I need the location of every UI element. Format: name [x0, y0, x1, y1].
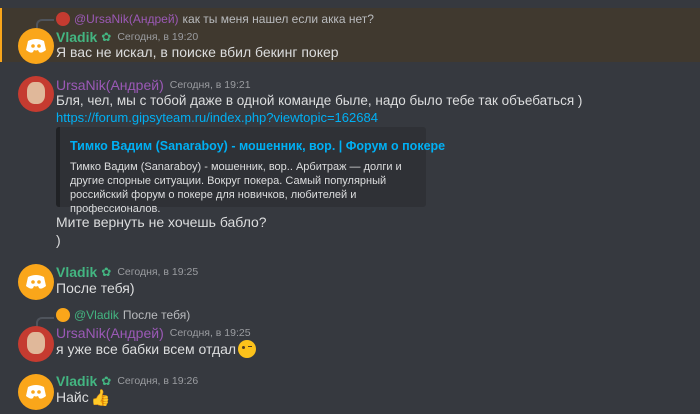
avatar-vladik[interactable]	[18, 374, 54, 410]
reply-author[interactable]: @Vladik	[74, 308, 119, 322]
timestamp[interactable]: Сегодня, в 19:25	[170, 327, 251, 339]
timestamp[interactable]: Сегодня, в 19:26	[117, 375, 198, 387]
avatar-vladik[interactable]	[18, 264, 54, 300]
avatar-vladik[interactable]	[18, 28, 54, 64]
message-header-2: UrsaNik(Андрей) Сегодня, в 19:21	[56, 77, 251, 93]
message-text: Мите вернуть не хочешь бабло?	[56, 214, 267, 230]
author-name[interactable]: Vladik	[56, 29, 97, 45]
discord-logo-icon	[26, 275, 46, 289]
thumbs-up-emoji-icon[interactable]: 👍	[91, 388, 111, 407]
reply-preview-1[interactable]: @UrsaNik(Андрей) как ты меня нашел если …	[56, 12, 374, 26]
embed-title[interactable]: Тимко Вадим (Sanaraboy) - мошенник, вор.…	[70, 139, 445, 153]
discord-logo-icon	[26, 385, 46, 399]
sprout-icon: ✿	[101, 30, 112, 44]
author-name[interactable]: Vladik	[56, 373, 97, 389]
message-text: Я вас не искал, в поиске вбил бекинг пок…	[56, 44, 339, 60]
sprout-icon: ✿	[101, 374, 112, 388]
timestamp[interactable]: Сегодня, в 19:21	[170, 79, 251, 91]
avatar-face	[27, 332, 45, 354]
embed-description: Тимко Вадим (Sanaraboy) - мошенник, вор.…	[70, 161, 402, 215]
timestamp[interactable]: Сегодня, в 19:25	[117, 266, 198, 278]
avatar-ursanik[interactable]	[18, 76, 54, 112]
message-text: )	[56, 232, 61, 248]
reply-text: как ты меня нашел если акка нет?	[182, 12, 374, 26]
message-header-4: UrsaNik(Андрей) Сегодня, в 19:25	[56, 325, 251, 341]
message-header-3: Vladik ✿ Сегодня, в 19:25	[56, 264, 198, 280]
sprout-icon: ✿	[101, 265, 112, 279]
message-link[interactable]: https://forum.gipsyteam.ru/index.php?vie…	[56, 110, 378, 125]
reply-text: После тебя)	[122, 308, 191, 322]
avatar-ursanik[interactable]	[18, 326, 54, 362]
reply-avatar	[56, 308, 70, 322]
link-embed: Тимко Вадим (Sanaraboy) - мошенник, вор.…	[56, 127, 445, 215]
reply-author[interactable]: @UrsaNik(Андрей)	[74, 12, 179, 26]
avatar-face	[27, 82, 45, 104]
wink-emoji-icon[interactable]	[238, 340, 257, 358]
author-name[interactable]: UrsaNik(Андрей)	[56, 77, 164, 93]
author-name[interactable]: UrsaNik(Андрей)	[56, 325, 164, 341]
message-header-1: Vladik ✿ Сегодня, в 19:20	[56, 29, 198, 45]
message-text-row: я уже все бабки всем отдал	[56, 340, 257, 358]
reply-avatar	[56, 12, 70, 26]
reply-preview-4[interactable]: @Vladik После тебя)	[56, 308, 190, 322]
message-header-5: Vladik ✿ Сегодня, в 19:26	[56, 373, 198, 389]
message-text: я уже все бабки всем отдал	[56, 341, 237, 357]
discord-logo-icon	[26, 39, 46, 53]
timestamp[interactable]: Сегодня, в 19:20	[117, 31, 198, 43]
author-name[interactable]: Vladik	[56, 264, 97, 280]
message-text: Найс	[56, 389, 89, 405]
message-text: Бля, чел, мы с тобой даже в одной команд…	[56, 93, 583, 108]
message-text-row: Найс 👍	[56, 388, 111, 407]
message-text: После тебя)	[56, 280, 135, 296]
